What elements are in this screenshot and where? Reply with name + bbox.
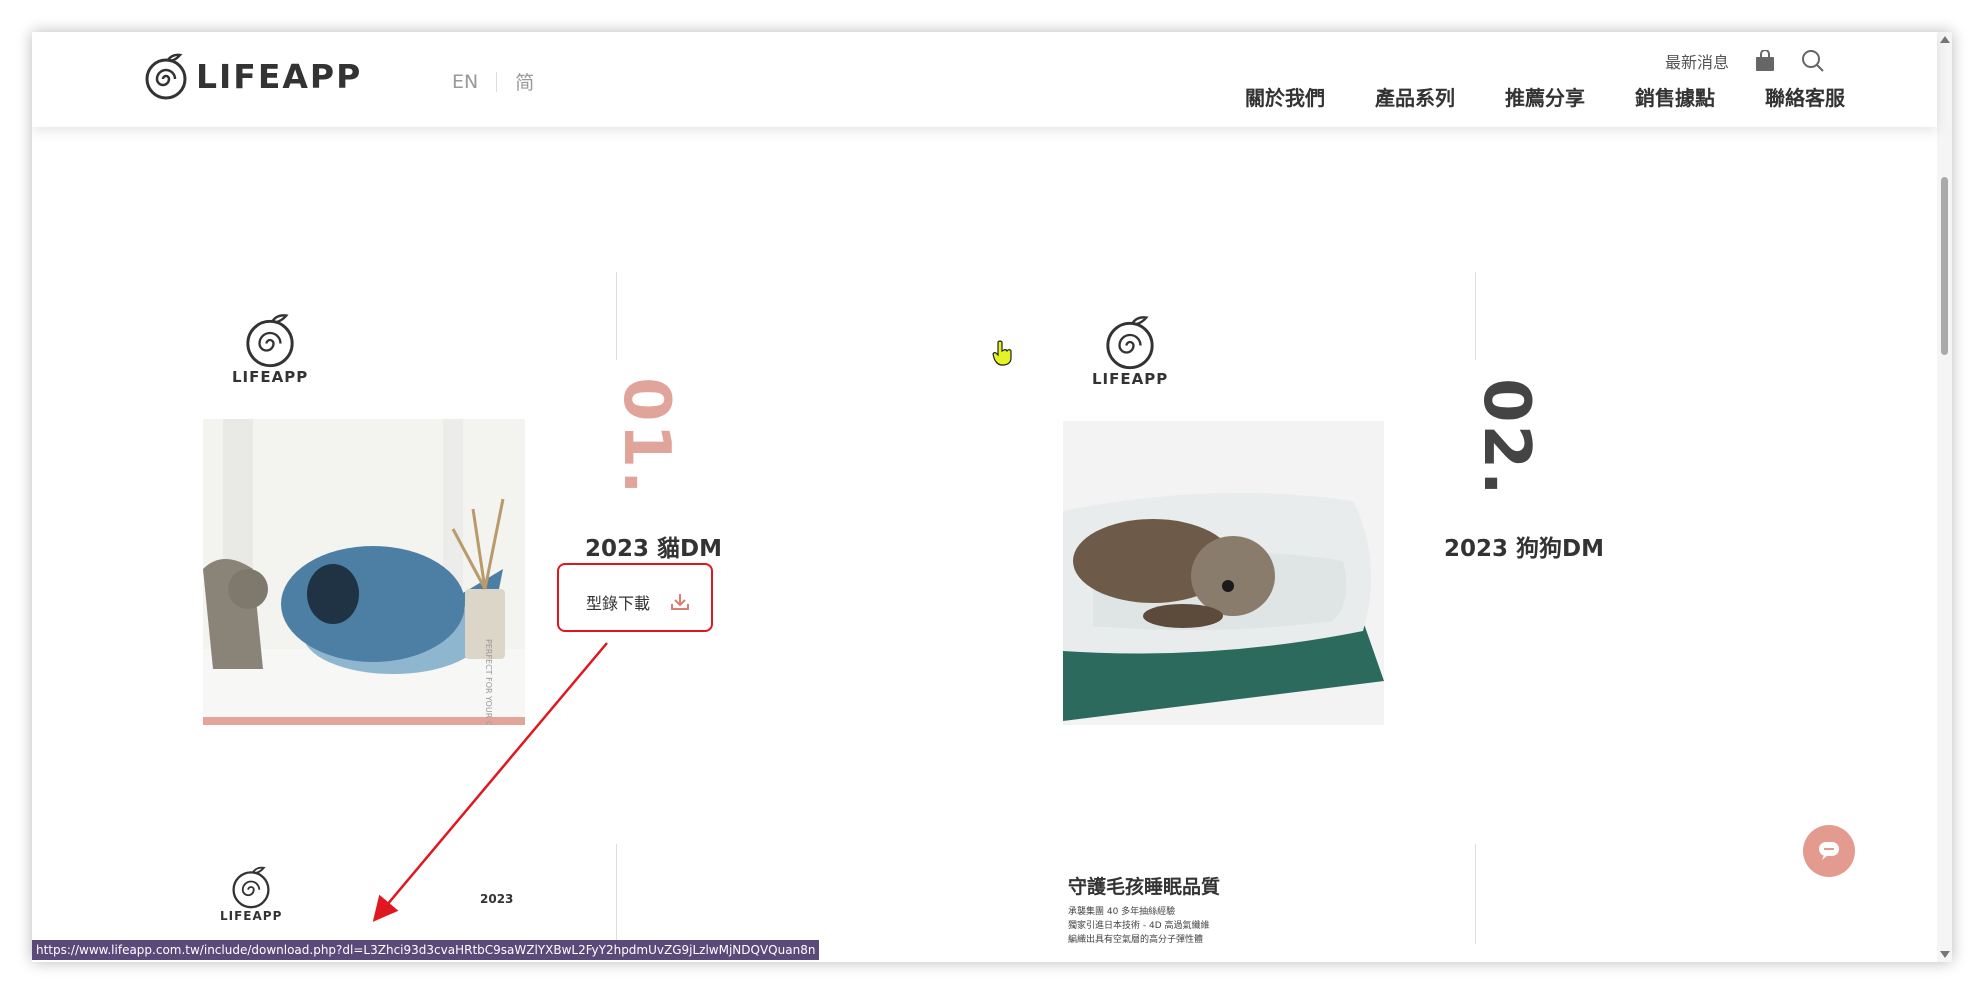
card2-logo-icon [1106,316,1154,370]
card2-title: 2023 狗狗DM [1444,536,1605,562]
card1-title: 2023 貓DM [585,536,723,562]
status-bar-url: https://www.lifeapp.com.tw/include/downl… [32,940,820,960]
nav-products[interactable]: 產品系列 [1375,82,1455,111]
card4-line-3: 編織出具有空氣層的高分子彈性體 [1068,935,1204,945]
browser-viewport: LIFEAPP EN 简 最新消息 關於我們 產品系列 推薦分享 銷售據點 聯絡… [32,32,1952,962]
card1-photo-caption: PERFECT FOR YOUR CAT [484,639,493,725]
card2-divider [1475,272,1476,360]
card3-divider [616,844,617,944]
card4-line-1: 承襲集團 40 多年抽絲經驗 [1068,907,1176,917]
nav-contact[interactable]: 聯絡客服 [1765,82,1845,111]
card1-number: 01. [609,377,683,497]
card4-headline: 守護毛孩睡眠品質 [1068,876,1221,898]
lang-divider [496,71,498,92]
brand-logo-icon [145,53,187,100]
scroll-thumb[interactable] [1941,177,1948,355]
header-utilities: 最新消息 [1665,49,1825,73]
vertical-scrollbar[interactable] [1937,32,1952,962]
card1-logo-text: LIFEAPP [232,368,309,386]
card2-number: 02. [1469,378,1543,498]
card4-divider [1475,844,1476,944]
card3-year: 2023 [480,892,514,906]
card2-photo[interactable] [1063,421,1384,725]
scroll-up-arrow[interactable] [1940,36,1950,43]
nav-about[interactable]: 關於我們 [1245,82,1325,111]
scroll-down-arrow[interactable] [1940,951,1950,958]
news-link[interactable]: 最新消息 [1665,49,1729,73]
nav-stores[interactable]: 銷售據點 [1635,82,1715,111]
hand-cursor-icon [992,340,1012,366]
site-header: LIFEAPP EN 简 最新消息 關於我們 產品系列 推薦分享 銷售據點 聯絡… [32,32,1937,127]
card1-photo[interactable]: PERFECT FOR YOUR CAT [203,419,525,725]
brand-logo[interactable]: LIFEAPP [144,52,362,100]
card3-logo: LIFEAPP [220,865,282,923]
chat-bubble-icon [1819,842,1839,860]
cat-bed-illustration [203,419,525,725]
language-switch: EN 简 [452,68,534,95]
main-nav: 關於我們 產品系列 推薦分享 銷售據點 聯絡客服 [1245,82,1845,111]
shopping-bag-icon[interactable] [1755,50,1775,72]
chat-button[interactable] [1803,825,1855,877]
card1-logo: LIFEAPP [232,312,308,386]
dog-bed-illustration [1063,421,1384,725]
card1-logo-icon [246,314,294,368]
lang-sc[interactable]: 简 [515,68,534,95]
lang-en[interactable]: EN [452,71,478,93]
annotation-highlight-box [557,563,713,632]
brand-name: LIFEAPP [196,56,363,96]
search-icon[interactable] [1801,49,1825,73]
nav-recommend[interactable]: 推薦分享 [1505,82,1585,111]
card4-line-2: 獨家引進日本技術 - 4D 高過氣纖維 [1068,921,1210,931]
card2-logo-text: LIFEAPP [1092,370,1169,388]
card3-logo-text: LIFEAPP [220,909,283,923]
card1-divider [616,272,617,360]
card2-logo: LIFEAPP [1092,314,1168,388]
card3-logo-icon [232,866,270,909]
card4-cover[interactable]: 守護毛孩睡眠品質 承襲集團 40 多年抽絲經驗 獨家引進日本技術 - 4D 高過… [1068,872,1384,962]
